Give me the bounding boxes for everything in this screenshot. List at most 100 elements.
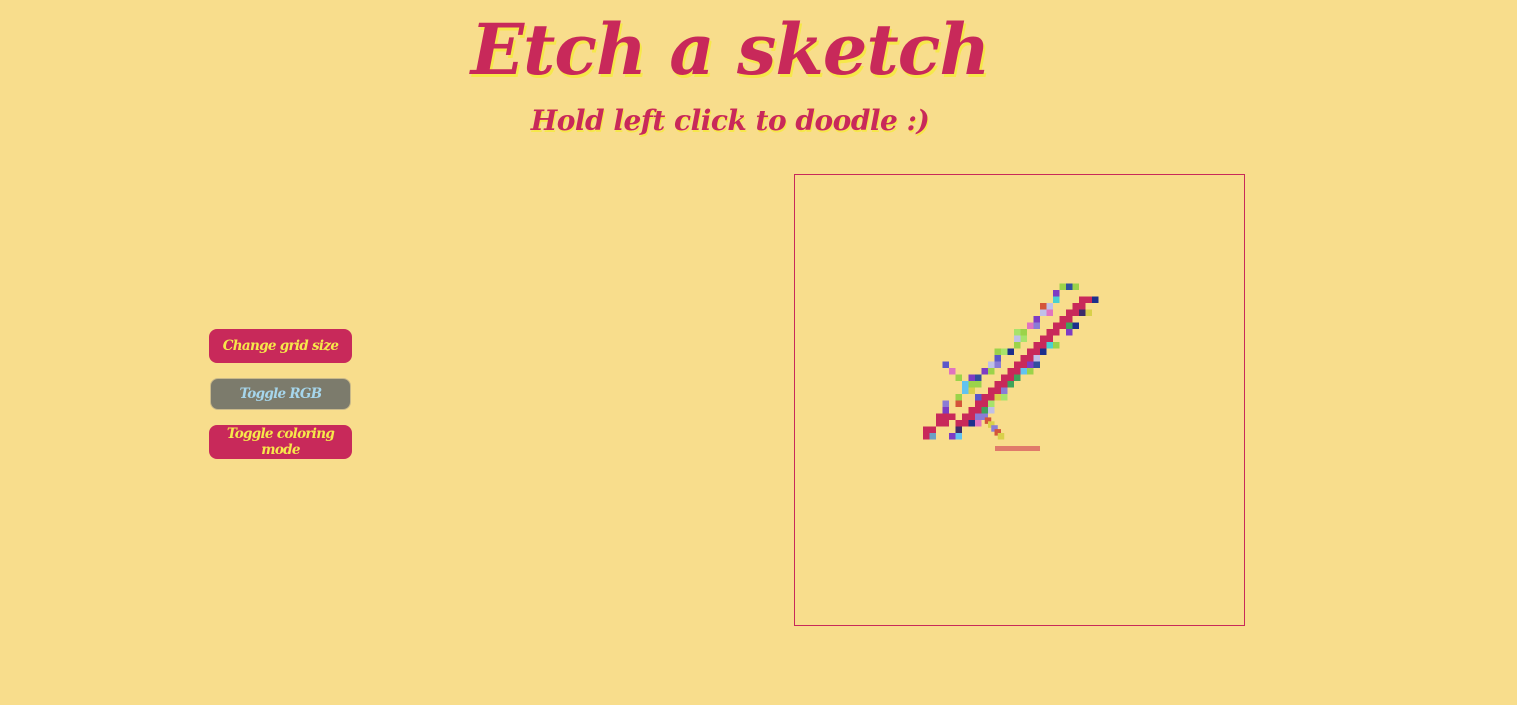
- doodle-pixel: [962, 413, 969, 420]
- doodle-pixel: [968, 381, 975, 388]
- doodle-pixel: [975, 394, 982, 401]
- doodle-pixel: [1053, 296, 1060, 303]
- toggle-rgb-button[interactable]: Toggle RGB: [210, 378, 351, 410]
- doodle-pixel: [1046, 309, 1053, 316]
- doodle-pixel: [1014, 374, 1021, 381]
- doodle-pixel: [1033, 361, 1040, 368]
- doodle-pixel: [1066, 329, 1073, 336]
- doodle-pixel: [994, 348, 1001, 355]
- doodle-pixel: [1085, 296, 1092, 303]
- doodle-pixel: [1001, 348, 1008, 355]
- doodle-pixel: [968, 387, 975, 394]
- doodle-pixel: [949, 413, 956, 420]
- doodle-pixel: [962, 387, 969, 394]
- doodle-pixel: [981, 400, 988, 407]
- doodle-pixel: [975, 413, 982, 420]
- doodle-pixel: [1020, 368, 1027, 375]
- doodle-pixel: [1079, 303, 1086, 310]
- doodle-pixel: [1059, 283, 1066, 290]
- doodle-pixel: [1059, 322, 1066, 329]
- doodle-pixel: [1040, 309, 1047, 316]
- doodle-pixel: [955, 420, 962, 427]
- doodle-pixel: [1027, 355, 1034, 362]
- doodle-pixel: [994, 387, 1001, 394]
- doodle-pixel: [988, 407, 995, 414]
- doodle-pixel: [981, 368, 988, 375]
- doodle-pixel: [1014, 335, 1021, 342]
- doodle-pixel: [1001, 387, 1008, 394]
- doodle-pixel: [949, 368, 956, 375]
- doodle-pixel: [1072, 322, 1079, 329]
- doodle-pixel: [1014, 342, 1021, 349]
- doodle-pixel: [1033, 316, 1040, 323]
- doodle-drawing: [923, 283, 1099, 451]
- doodle-pixel: [955, 374, 962, 381]
- doodle-pixel: [1040, 348, 1047, 355]
- drawing-svg: [923, 283, 1099, 451]
- doodle-pixel: [1066, 283, 1073, 290]
- doodle-pixel: [994, 394, 1001, 401]
- sketch-grid[interactable]: [794, 174, 1245, 626]
- doodle-pixel: [1033, 348, 1040, 355]
- doodle-pixel: [975, 420, 982, 427]
- doodle-pixel: [988, 368, 995, 375]
- doodle-pixel: [1020, 329, 1027, 336]
- doodle-pixel: [1014, 329, 1021, 336]
- doodle-pixel: [1079, 296, 1086, 303]
- doodle-pixel: [1053, 329, 1060, 336]
- page-subtitle: Hold left click to doodle :): [530, 104, 930, 137]
- doodle-pixel: [981, 407, 988, 414]
- doodle-pixel: [962, 420, 969, 427]
- doodle-pixel: [1085, 309, 1092, 316]
- doodle-pixel: [988, 400, 995, 407]
- doodle-pixel: [1027, 322, 1034, 329]
- doodle-pixel: [1072, 309, 1079, 316]
- doodle-pixel: [1007, 348, 1014, 355]
- doodle-pixel: [1053, 322, 1060, 329]
- doodle-pixel: [1046, 335, 1053, 342]
- doodle-pixel: [968, 374, 975, 381]
- doodle-pixel: [1007, 381, 1014, 388]
- doodle-pixel: [1007, 374, 1014, 381]
- page-title: Etch a sketch: [470, 8, 991, 91]
- doodle-pixel: [1040, 335, 1047, 342]
- doodle-pixel: [975, 407, 982, 414]
- doodle-pixel: [955, 433, 962, 440]
- doodle-pixel: [1007, 368, 1014, 375]
- doodle-pixel: [1033, 322, 1040, 329]
- doodle-pixel: [955, 426, 962, 433]
- doodle-pixel: [1072, 283, 1079, 290]
- doodle-pixel: [968, 420, 975, 427]
- doodle-pixel: [942, 400, 949, 407]
- doodle-pixel: [1020, 335, 1027, 342]
- doodle-pixel: [1046, 329, 1053, 336]
- doodle-pixel: [968, 413, 975, 420]
- doodle-pixel: [1001, 381, 1008, 388]
- doodle-pixel: [942, 361, 949, 368]
- doodle-pixel: [1020, 355, 1027, 362]
- doodle-pixel: [988, 394, 995, 401]
- doodle-pixel: [1046, 342, 1053, 349]
- doodle-pixel: [962, 381, 969, 388]
- doodle-pixel: [1059, 316, 1066, 323]
- doodle-pixel: [988, 387, 995, 394]
- doodle-pixel: [997, 433, 1005, 440]
- doodle-pixel: [929, 433, 936, 440]
- doodle-pixel: [968, 407, 975, 414]
- change-grid-size-button[interactable]: Change grid size: [209, 329, 352, 363]
- doodle-pixel: [955, 400, 962, 407]
- toggle-coloring-mode-button[interactable]: Toggle coloring mode: [209, 425, 352, 459]
- doodle-pixel: [1033, 355, 1040, 362]
- doodle-pixel: [975, 400, 982, 407]
- doodle-pixel: [975, 374, 982, 381]
- doodle-pixel: [1014, 361, 1021, 368]
- doodle-pixel: [1072, 303, 1079, 310]
- doodle-pixel: [1020, 361, 1027, 368]
- doodle-pixel: [955, 394, 962, 401]
- doodle-pixel: [994, 361, 1001, 368]
- doodle-pixel: [1033, 342, 1040, 349]
- controls-panel: Change grid size Toggle RGB Toggle color…: [209, 329, 352, 474]
- doodle-pixel: [1014, 368, 1021, 375]
- doodle-pixel: [1053, 342, 1060, 349]
- doodle-pixel: [942, 407, 949, 414]
